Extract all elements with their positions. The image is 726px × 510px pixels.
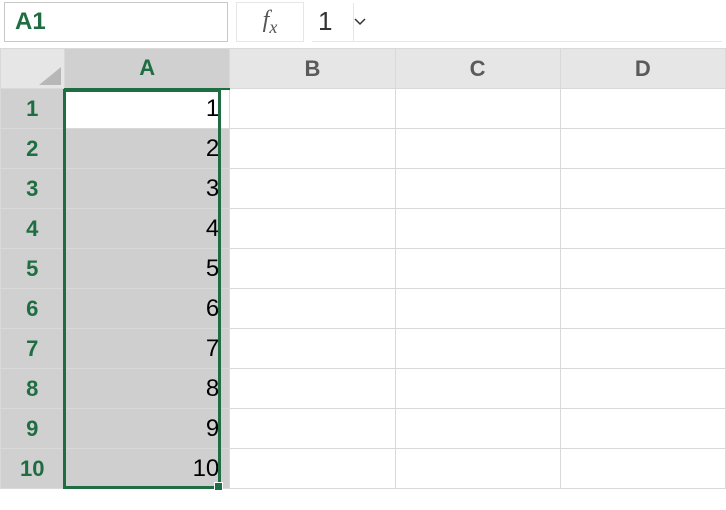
cell-A3[interactable]: 3	[65, 169, 230, 209]
spreadsheet-grid: A B C D 1 1 2 2 3 3	[0, 48, 726, 489]
row-header-5[interactable]: 5	[1, 249, 65, 289]
cell-C8[interactable]	[395, 369, 560, 409]
row-header-9[interactable]: 9	[1, 409, 65, 449]
formula-input[interactable]	[312, 6, 722, 37]
cell-C9[interactable]	[395, 409, 560, 449]
column-header-B[interactable]: B	[230, 49, 395, 89]
cell-C5[interactable]	[395, 249, 560, 289]
cell-C4[interactable]	[395, 209, 560, 249]
cell-D8[interactable]	[560, 369, 725, 409]
table-row: 5 5	[1, 249, 726, 289]
cell-C6[interactable]	[395, 289, 560, 329]
cell-B9[interactable]	[230, 409, 395, 449]
cell-B6[interactable]	[230, 289, 395, 329]
cell-A10[interactable]: 10	[65, 449, 230, 489]
formula-bar: fx	[0, 0, 726, 48]
row-header-4[interactable]: 4	[1, 209, 65, 249]
column-header-A[interactable]: A	[65, 49, 230, 89]
cell-C1[interactable]	[395, 89, 560, 129]
cell-D3[interactable]	[560, 169, 725, 209]
cell-D2[interactable]	[560, 129, 725, 169]
cell-B5[interactable]	[230, 249, 395, 289]
table-row: 3 3	[1, 169, 726, 209]
cell-A7[interactable]: 7	[65, 329, 230, 369]
formula-input-wrapper	[312, 2, 722, 42]
name-box[interactable]	[5, 8, 353, 36]
cell-B3[interactable]	[230, 169, 395, 209]
cell-B8[interactable]	[230, 369, 395, 409]
table-row: 9 9	[1, 409, 726, 449]
table-row: 8 8	[1, 369, 726, 409]
table-row: 1 1	[1, 89, 726, 129]
row-header-1[interactable]: 1	[1, 89, 65, 129]
cell-B10[interactable]	[230, 449, 395, 489]
cell-B2[interactable]	[230, 129, 395, 169]
cell-D4[interactable]	[560, 209, 725, 249]
cell-A5[interactable]: 5	[65, 249, 230, 289]
table-row: 6 6	[1, 289, 726, 329]
cell-C10[interactable]	[395, 449, 560, 489]
row-header-7[interactable]: 7	[1, 329, 65, 369]
cell-D9[interactable]	[560, 409, 725, 449]
cell-C7[interactable]	[395, 329, 560, 369]
cell-C2[interactable]	[395, 129, 560, 169]
cell-A6[interactable]: 6	[65, 289, 230, 329]
cell-A1[interactable]: 1	[65, 89, 230, 129]
table-row: 7 7	[1, 329, 726, 369]
cell-A9[interactable]: 9	[65, 409, 230, 449]
select-all-corner[interactable]	[1, 49, 65, 89]
row-header-8[interactable]: 8	[1, 369, 65, 409]
cell-B1[interactable]	[230, 89, 395, 129]
cell-D1[interactable]	[560, 89, 725, 129]
name-box-dropdown[interactable]	[353, 3, 366, 41]
cell-A2[interactable]: 2	[65, 129, 230, 169]
row-header-6[interactable]: 6	[1, 289, 65, 329]
column-header-D[interactable]: D	[560, 49, 725, 89]
chevron-down-icon	[354, 18, 366, 26]
cell-A8[interactable]: 8	[65, 369, 230, 409]
name-box-wrapper	[4, 2, 228, 42]
row-header-2[interactable]: 2	[1, 129, 65, 169]
cell-D10[interactable]	[560, 449, 725, 489]
cell-D5[interactable]	[560, 249, 725, 289]
cell-D7[interactable]	[560, 329, 725, 369]
cell-A4[interactable]: 4	[65, 209, 230, 249]
cell-B7[interactable]	[230, 329, 395, 369]
cell-C3[interactable]	[395, 169, 560, 209]
cell-D6[interactable]	[560, 289, 725, 329]
row-header-3[interactable]: 3	[1, 169, 65, 209]
table-row: 2 2	[1, 129, 726, 169]
cell-B4[interactable]	[230, 209, 395, 249]
table-row: 4 4	[1, 209, 726, 249]
row-header-10[interactable]: 10	[1, 449, 65, 489]
table-row: 10 10	[1, 449, 726, 489]
column-header-C[interactable]: C	[395, 49, 560, 89]
